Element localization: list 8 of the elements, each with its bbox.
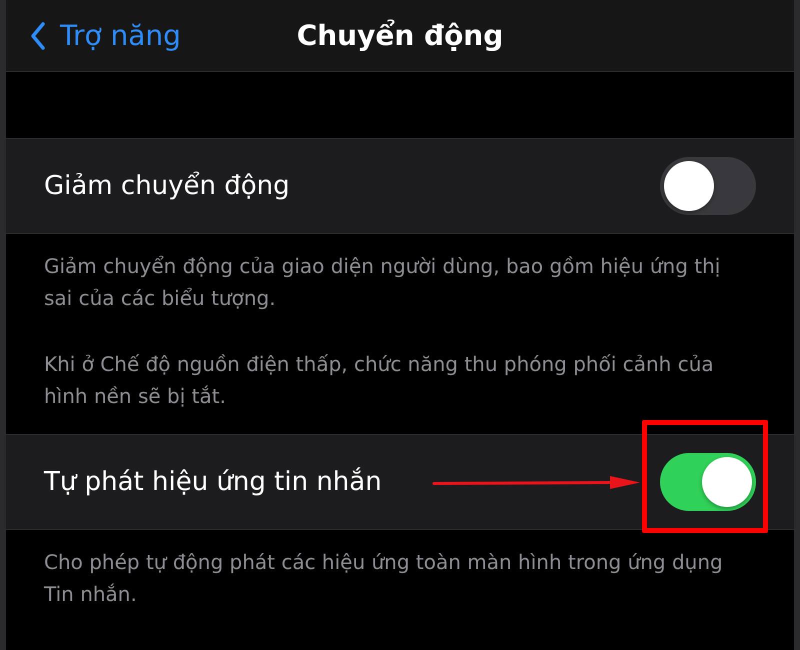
back-chevron-icon [30,20,46,50]
setting-description: Cho phép tự động phát các hiệu ứng toàn màn hình trong ứng dụng Tin nhắn. [44,549,724,608]
back-button[interactable]: Trợ năng [6,19,181,52]
setting-description: Giảm chuyển động của giao diện người dùng, bao gồm hiệu ứng thị sai của các biểu tượng. [44,253,722,312]
setting-description: Khi ở Chế độ nguồn điện thấp, chức năng thu phóng phối cảnh của hình nền sẽ bị tắt. [44,351,715,410]
setting-label: Tự phát hiệu ứng tin nhắn [44,467,382,497]
screen-title: Chuyển động [296,19,504,52]
setting-label: Giảm chuyển động [44,171,290,201]
